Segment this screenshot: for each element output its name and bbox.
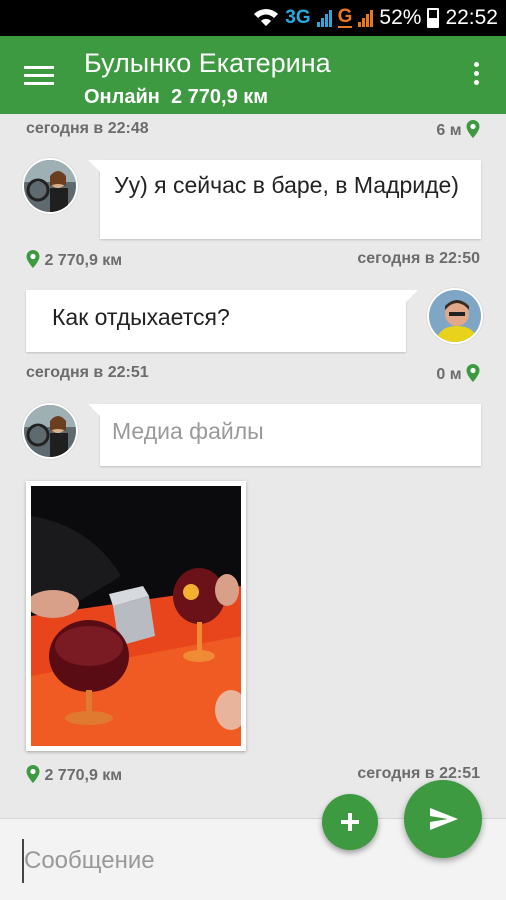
message-distance: 0 м: [436, 364, 480, 384]
clock: 22:52: [445, 6, 498, 29]
network-g-label: G: [337, 6, 353, 28]
distance-value: 2 770,9 км: [44, 767, 123, 784]
signal-3g-icon: [316, 9, 332, 27]
message-bubble-outgoing[interactable]: Как отдыхается?: [26, 290, 418, 352]
media-photo[interactable]: [26, 481, 246, 751]
send-icon: [430, 808, 458, 830]
wifi-icon: [254, 9, 279, 26]
message-time: сегодня в 22:51: [26, 364, 149, 381]
message-distance: 6 м: [436, 120, 480, 140]
media-files-bubble[interactable]: Медиа файлы: [88, 404, 481, 466]
location-pin-icon: [26, 250, 40, 268]
message-text: Медиа файлы: [112, 418, 264, 444]
distance-value: 2 770,9 км: [44, 252, 123, 269]
bar-photo-image: [31, 486, 241, 746]
send-button[interactable]: [404, 780, 482, 858]
message-distance: 2 770,9 км: [26, 250, 122, 270]
message-time: сегодня в 22:48: [26, 120, 149, 137]
message-distance: 2 770,9 км: [26, 765, 122, 785]
distance-value: 0 м: [436, 366, 462, 383]
message-bubble-incoming[interactable]: Уу) я сейчас в баре, в Мадриде): [88, 160, 481, 239]
status-bar: 3G G 52% 22:52: [0, 0, 506, 36]
online-status: Онлайн: [84, 86, 160, 108]
location-pin-icon: [466, 364, 480, 382]
add-attachment-button[interactable]: [322, 794, 378, 850]
battery-percent: 52%: [379, 6, 422, 29]
distance-value: 6 м: [436, 122, 462, 139]
network-3g-label: 3G: [285, 7, 311, 28]
contact-status: Онлайн 2 770,9 км: [84, 86, 268, 109]
message-text: Уу) я сейчас в баре, в Мадриде): [114, 172, 459, 198]
location-pin-icon: [26, 765, 40, 783]
menu-icon[interactable]: [24, 66, 54, 86]
signal-g-icon: [358, 9, 374, 27]
message-time: сегодня в 22:50: [357, 250, 480, 267]
contact-avatar[interactable]: [22, 158, 78, 214]
battery-icon: [427, 8, 440, 28]
app-bar: Булынко Екатерина Онлайн 2 770,9 км: [0, 36, 506, 114]
contact-avatar[interactable]: [22, 403, 78, 459]
message-input[interactable]: [22, 839, 312, 883]
more-options-icon[interactable]: [474, 62, 480, 89]
message-text: Как отдыхается?: [52, 304, 230, 330]
user-avatar[interactable]: [427, 288, 483, 344]
contact-distance: 2 770,9 км: [170, 86, 269, 108]
contact-name: Булынко Екатерина: [84, 48, 331, 78]
location-pin-icon: [466, 120, 480, 138]
